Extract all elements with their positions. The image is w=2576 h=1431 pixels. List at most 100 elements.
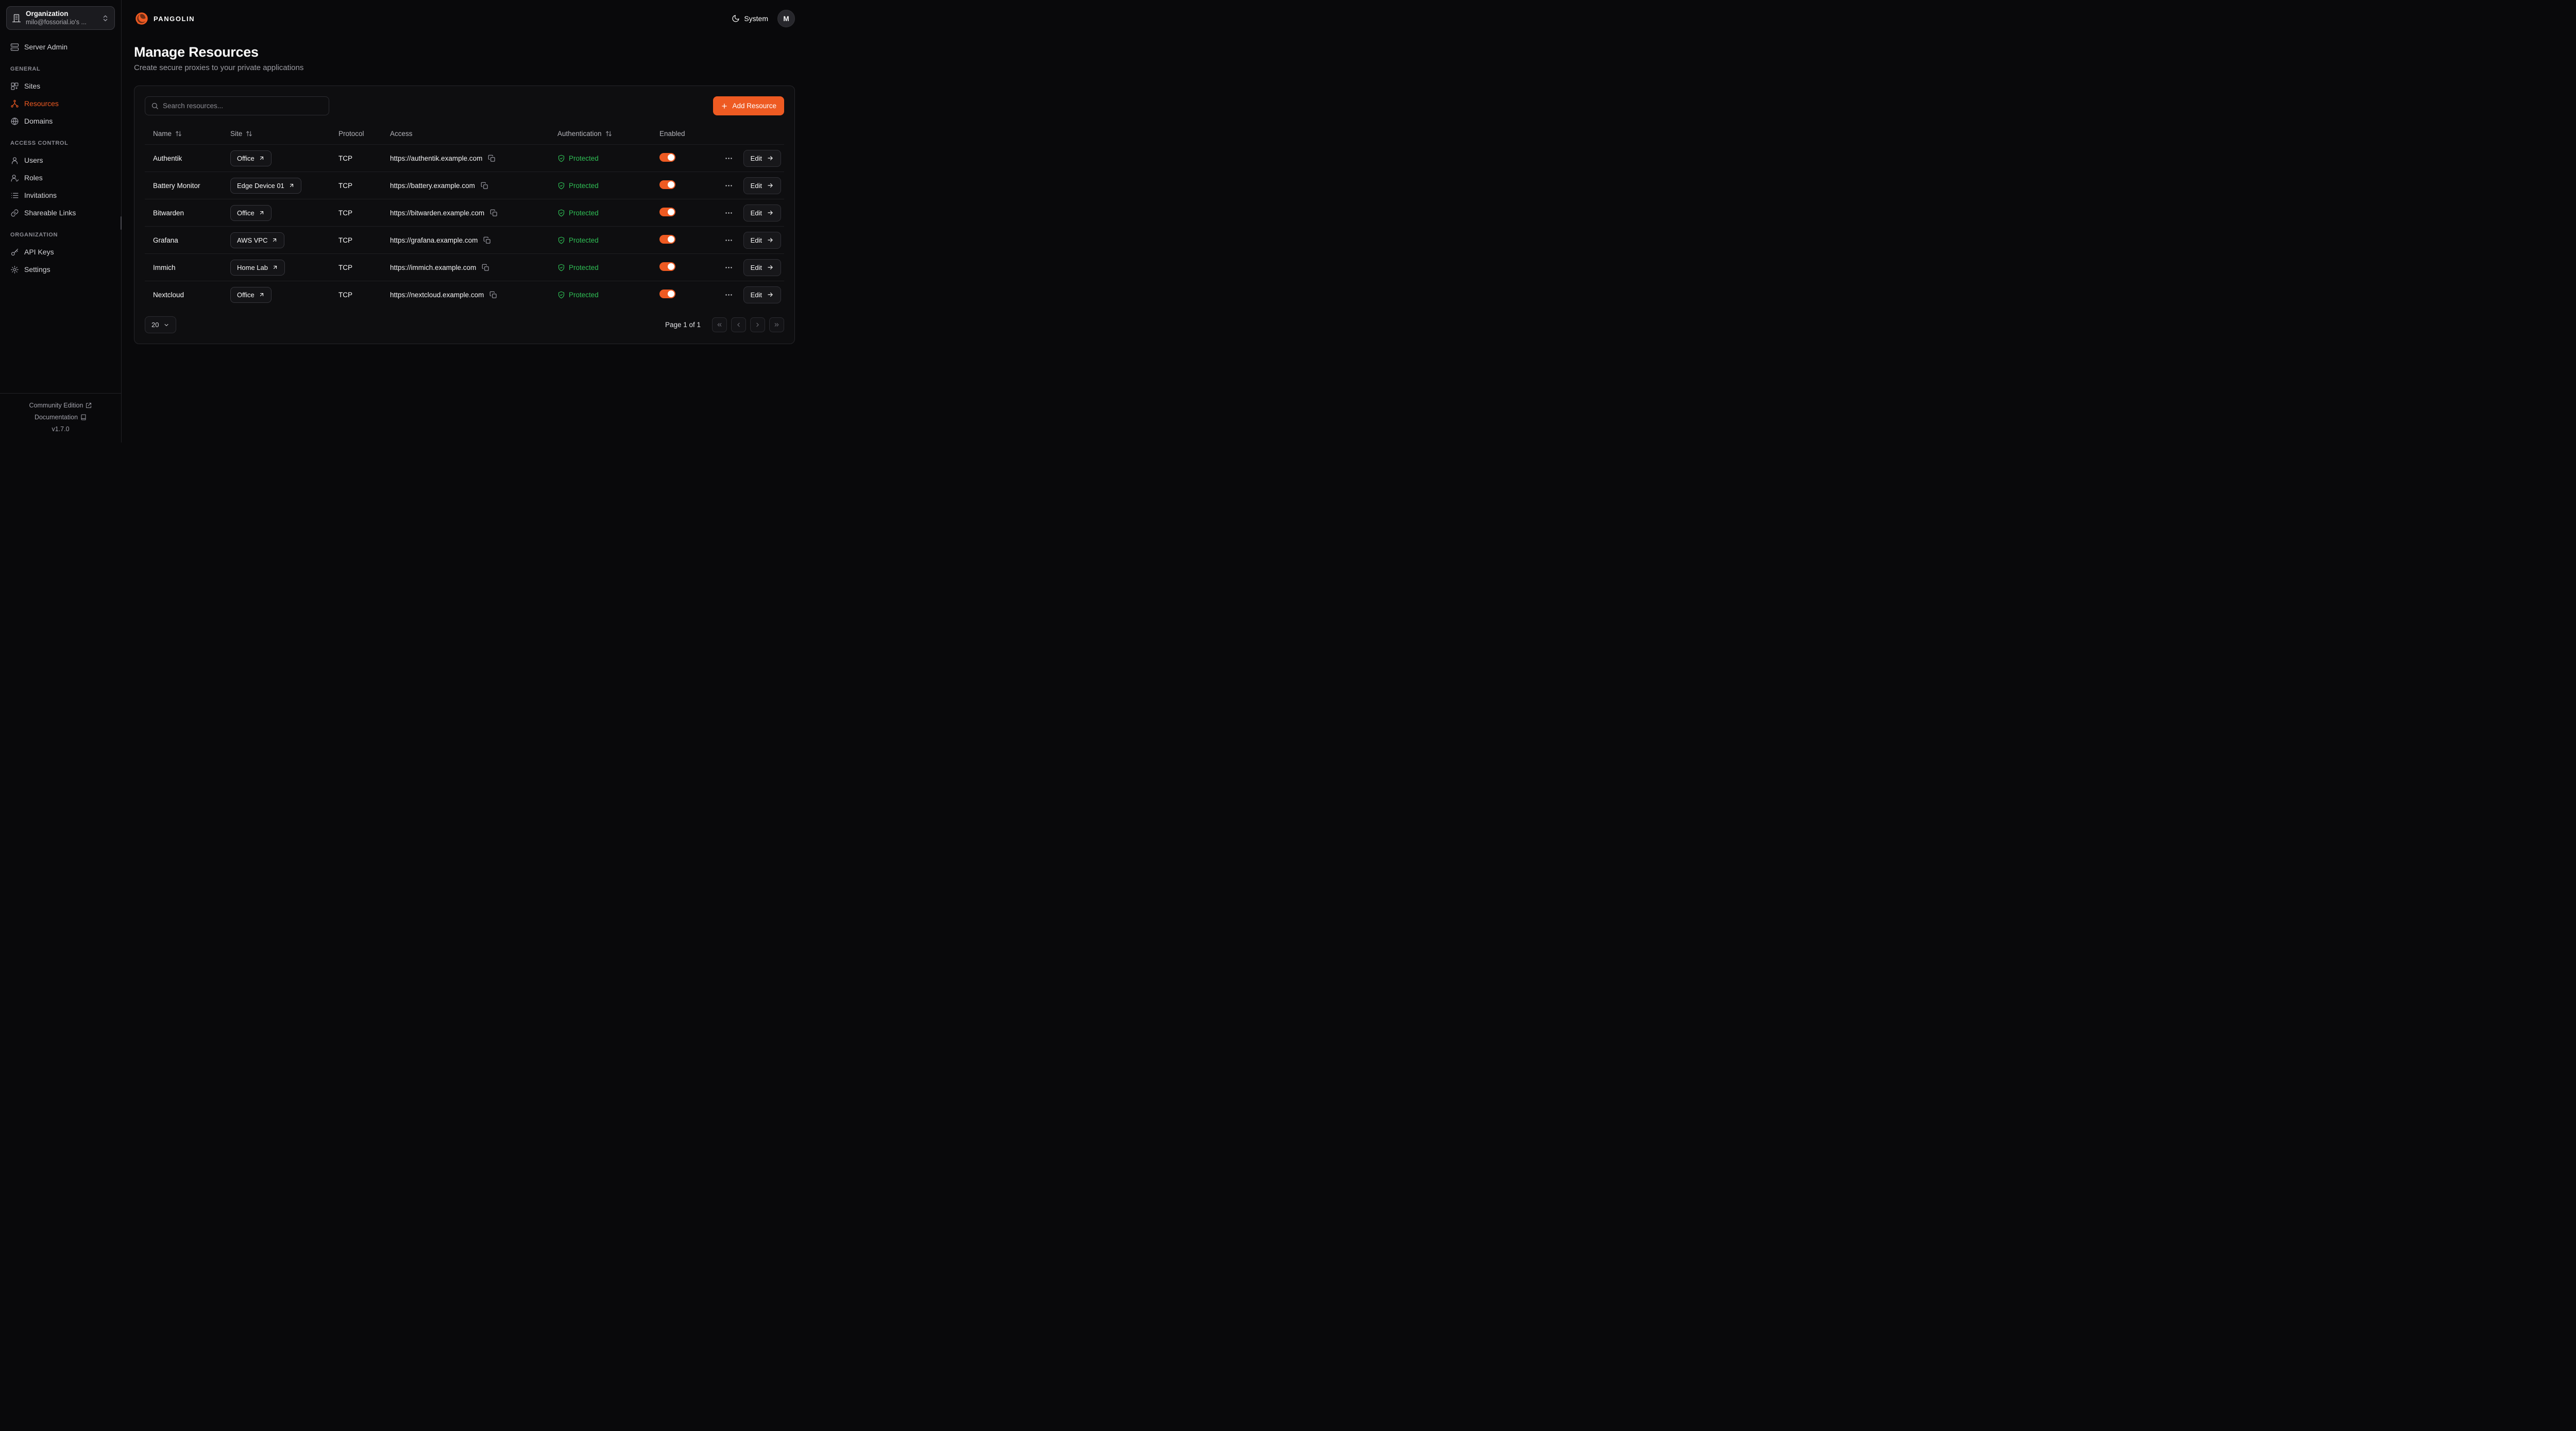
table-body: Authentik Office TCP https://authent [145,144,784,308]
resources-icon [10,99,19,108]
row-menu-button[interactable] [722,152,735,165]
prev-page-button[interactable] [731,317,746,332]
server-icon [10,43,19,52]
next-page-button[interactable] [750,317,765,332]
shield-check-icon [557,236,565,244]
protocol-value: TCP [338,236,390,244]
authentication-status: Protected [569,155,599,162]
site-link-button[interactable]: Edge Device 01 [230,178,301,194]
edit-label: Edit [751,209,762,217]
chevrons-up-down-icon [101,14,109,22]
row-menu-button[interactable] [722,234,735,247]
sidebar-item-shareable-links[interactable]: Shareable Links [6,204,115,222]
resource-name: Nextcloud [153,291,230,299]
globe-icon [10,117,19,126]
site-link-button[interactable]: Home Lab [230,260,285,276]
authentication-status: Protected [569,236,599,244]
brand-name: PANGOLIN [154,15,195,23]
protocol-value: TCP [338,155,390,162]
authentication-status: Protected [569,291,599,299]
copy-url-button[interactable] [488,290,498,300]
add-resource-button[interactable]: Add Resource [713,96,784,115]
copy-url-button[interactable] [489,208,499,218]
sidebar-item-users[interactable]: Users [6,151,115,169]
copy-url-button[interactable] [482,235,492,245]
sidebar-item-invitations[interactable]: Invitations [6,186,115,204]
sidebar-item-api-keys[interactable]: API Keys [6,243,115,261]
enabled-toggle[interactable] [659,262,675,271]
search-icon [151,102,159,110]
sidebar-item-domains[interactable]: Domains [6,112,115,130]
copy-url-button[interactable] [480,181,489,191]
sidebar-item-resources[interactable]: Resources [6,95,115,112]
external-link-icon [86,402,92,408]
last-page-button[interactable] [769,317,784,332]
theme-toggle[interactable]: System [732,14,768,23]
edit-button[interactable]: Edit [743,150,781,167]
resources-card: Add Resource Name Site [134,86,795,344]
avatar[interactable]: M [777,10,795,27]
enabled-toggle[interactable] [659,289,675,298]
documentation-link[interactable]: Documentation [35,412,87,423]
table-row: Battery Monitor Edge Device 01 TCP h [145,172,784,199]
arrow-up-right-icon [259,210,265,216]
site-link-button[interactable]: Office [230,150,272,166]
sidebar-item-server-admin[interactable]: Server Admin [6,38,115,56]
site-link-button[interactable]: Office [230,205,272,221]
site-link-button[interactable]: Office [230,287,272,303]
sidebar-section-access-control: Access Control [0,140,121,149]
table-row: Grafana AWS VPC TCP https://grafana. [145,226,784,253]
add-resource-label: Add Resource [732,102,776,110]
site-name: Home Lab [237,264,268,271]
edit-label: Edit [751,236,762,244]
table-row: Nextcloud Office TCP https://nextclo [145,281,784,308]
brand[interactable]: PANGOLIN [134,11,195,26]
enabled-toggle[interactable] [659,208,675,216]
edit-button[interactable]: Edit [743,177,781,194]
enabled-toggle[interactable] [659,153,675,162]
pangolin-logo-icon [134,11,149,26]
topbar: PANGOLIN System M [122,0,808,37]
row-menu-button[interactable] [722,179,735,192]
site-name: Edge Device 01 [237,182,284,190]
page-subtitle: Create secure proxies to your private ap… [134,63,795,72]
sort-icon [605,130,612,137]
first-page-button[interactable] [712,317,727,332]
enabled-toggle[interactable] [659,180,675,189]
edit-button[interactable]: Edit [743,232,781,249]
column-header-protocol: Protocol [338,130,390,138]
edit-button[interactable]: Edit [743,205,781,222]
row-menu-button[interactable] [722,207,735,219]
search-input[interactable] [163,102,323,110]
user-icon [10,156,19,165]
site-link-button[interactable]: AWS VPC [230,232,284,248]
sidebar-item-roles[interactable]: Roles [6,169,115,186]
key-icon [10,248,19,257]
row-menu-button[interactable] [722,261,735,274]
shield-check-icon [557,182,565,190]
column-header-authentication[interactable]: Authentication [557,130,659,138]
sidebar-item-label: Users [24,156,43,164]
sidebar-item-label: Resources [24,99,59,108]
edit-button[interactable]: Edit [743,259,781,276]
protocol-value: TCP [338,209,390,217]
column-header-site[interactable]: Site [230,130,338,138]
community-edition-link[interactable]: Community Edition [29,400,92,412]
table-row: Immich Home Lab TCP https://immich.e [145,253,784,281]
sidebar-item-settings[interactable]: Settings [6,261,115,278]
column-label: Protocol [338,130,364,138]
access-url: https://battery.example.com [390,182,475,190]
page-size-select[interactable]: 20 [145,316,176,333]
enabled-toggle[interactable] [659,235,675,244]
sidebar-item-label: Server Admin [24,43,67,51]
row-menu-button[interactable] [722,288,735,301]
copy-url-button[interactable] [481,263,490,272]
sidebar-item-sites[interactable]: Sites [6,77,115,95]
org-selector[interactable]: Organization milo@fossorial.io's ... [6,6,115,30]
column-header-name[interactable]: Name [153,130,230,138]
edit-button[interactable]: Edit [743,286,781,303]
arrow-right-icon [767,182,774,189]
copy-url-button[interactable] [487,154,497,163]
sidebar-item-label: Domains [24,117,53,125]
resource-name: Grafana [153,236,230,244]
